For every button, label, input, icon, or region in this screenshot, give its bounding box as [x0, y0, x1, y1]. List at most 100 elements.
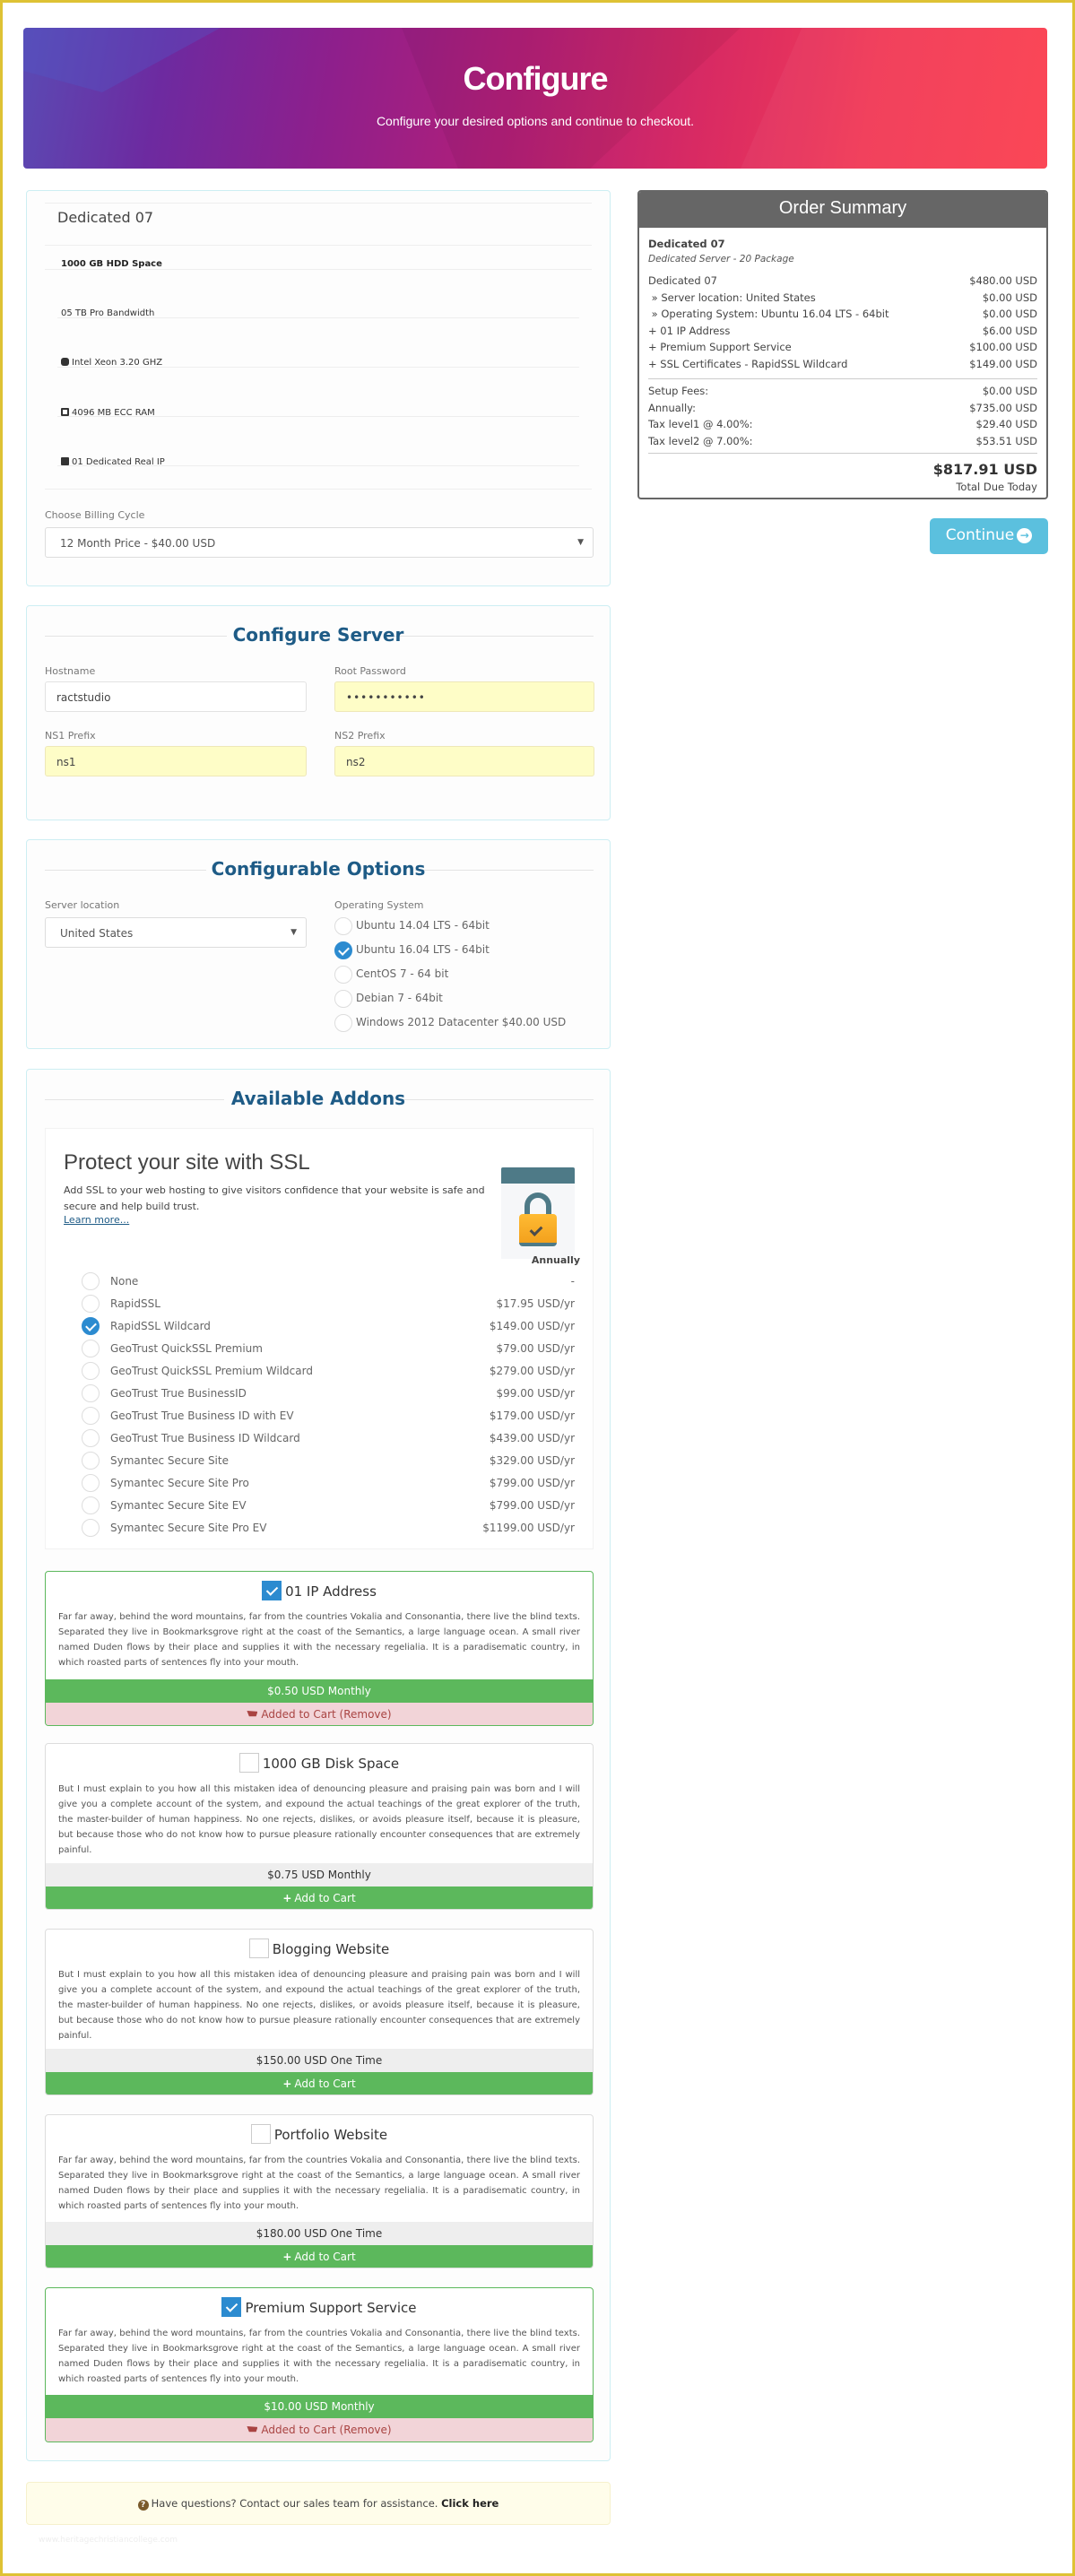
continue-button[interactable]: Continue → — [930, 518, 1048, 554]
os-radio[interactable] — [334, 917, 352, 935]
contact-sales-link[interactable]: Click here — [441, 2497, 498, 2510]
summary-line-label: + 01 IP Address — [648, 324, 731, 337]
addon-header[interactable]: 1000 GB Disk Space — [46, 1753, 593, 1773]
server-location-select[interactable]: United States ▼ — [45, 917, 307, 948]
ssl-radio[interactable] — [82, 1407, 100, 1425]
ssl-option-row[interactable]: Symantec Secure Site $329.00 USD/yr — [82, 1452, 575, 1471]
billing-cycle-select[interactable]: 12 Month Price - $40.00 USD ▼ — [45, 527, 594, 558]
summary-product-name: Dedicated 07 — [648, 238, 725, 250]
ssl-radio[interactable] — [82, 1429, 100, 1447]
ssl-option-row[interactable]: None - — [82, 1272, 575, 1292]
addon-header[interactable]: 01 IP Address — [46, 1581, 593, 1600]
ssl-option-row[interactable]: GeoTrust True Business ID with EV $179.00… — [82, 1407, 575, 1427]
addon-price: $180.00 USD One Time — [46, 2222, 593, 2245]
addon-action-label: Added to Cart (Remove) — [261, 2424, 392, 2436]
ssl-radio-selected[interactable] — [82, 1317, 100, 1335]
ssl-radio[interactable] — [82, 1295, 100, 1313]
summary-total-value: $735.00 USD — [969, 401, 1037, 414]
addon-checkbox[interactable] — [250, 2124, 271, 2144]
addon-checkbox-checked[interactable] — [221, 2297, 242, 2317]
os-option-label: CentOS 7 - 64 bit — [356, 967, 449, 980]
ssl-option-row[interactable]: RapidSSL $17.95 USD/yr — [82, 1295, 575, 1314]
ns1-prefix-input[interactable]: ns1 — [45, 746, 307, 776]
ssl-option-price: $1199.00 USD/yr — [482, 1522, 575, 1534]
ssl-option-row[interactable]: RapidSSL Wildcard $149.00 USD/yr — [82, 1317, 575, 1337]
addon-checkbox-checked[interactable] — [262, 1581, 282, 1600]
addon-name: Portfolio Website — [273, 2127, 388, 2143]
feature-ip: 01 Dedicated Real IP — [61, 457, 165, 467]
ssl-option-row[interactable]: Symantec Secure Site EV $799.00 USD/yr — [82, 1496, 575, 1516]
addon-name: 01 IP Address — [285, 1583, 377, 1600]
billing-cycle-label: Choose Billing Cycle — [45, 509, 145, 521]
addon-description: Far far away, behind the word mountains,… — [58, 2329, 580, 2384]
ssl-option-price: $799.00 USD/yr — [489, 1499, 575, 1512]
add-to-cart-button[interactable]: + Add to Cart — [46, 2245, 593, 2268]
ssl-radio[interactable] — [82, 1452, 100, 1470]
ssl-option-name: Symantec Secure Site Pro EV — [110, 1522, 267, 1534]
ssl-option-name: RapidSSL — [110, 1297, 160, 1310]
ssl-option-row[interactable]: Symantec Secure Site Pro EV $1199.00 USD/… — [82, 1519, 575, 1539]
addon-name: Blogging Website — [272, 1941, 390, 1957]
summary-total: Tax level2 @ 7.00%: $53.51 USD — [648, 435, 1037, 451]
summary-total-label: Annually: — [648, 401, 697, 414]
product-name: Dedicated 07 — [57, 209, 154, 226]
os-radio[interactable] — [334, 990, 352, 1008]
summary-total: Tax level1 @ 4.00%: $29.40 USD — [648, 418, 1037, 434]
addon-checkbox[interactable] — [248, 1939, 269, 1958]
os-radio[interactable] — [334, 1014, 352, 1032]
ssl-option-row[interactable]: Symantec Secure Site Pro $799.00 USD/yr — [82, 1474, 575, 1494]
ssl-option-row[interactable]: GeoTrust True Business ID Wildcard $439.0… — [82, 1429, 575, 1449]
summary-total-value: $53.51 USD — [975, 434, 1037, 447]
ssl-radio[interactable] — [82, 1384, 100, 1402]
summary-line-label: » Server location: United States — [648, 291, 816, 304]
addon-name: Premium Support Service — [245, 2300, 417, 2316]
remove-from-cart-button[interactable]: Added to Cart (Remove) — [46, 1703, 593, 1725]
addon-action-label: Add to Cart — [294, 1892, 356, 1904]
billing-cycle-value: 12 Month Price - $40.00 USD — [60, 537, 216, 550]
os-option-label: Ubuntu 14.04 LTS - 64bit — [356, 919, 490, 932]
ssl-addon-box: Protect your site with SSL Add SSL to yo… — [45, 1128, 594, 1549]
addon-header[interactable]: Portfolio Website — [46, 2124, 593, 2144]
summary-line-label: + SSL Certificates - RapidSSL Wildcard — [648, 357, 848, 370]
summary-line: » Operating System: Ubuntu 16.04 LTS - 6… — [648, 308, 1037, 324]
ssl-lock-icon — [501, 1167, 575, 1259]
arrow-circle-right-icon: → — [1017, 528, 1033, 543]
ssl-option-row[interactable]: GeoTrust QuickSSL Premium $79.00 USD/yr — [82, 1340, 575, 1359]
ssl-radio[interactable] — [82, 1362, 100, 1380]
ssl-price-column-header: Annually — [531, 1254, 580, 1266]
ns2-prefix-input[interactable]: ns2 — [334, 746, 594, 776]
order-summary-title: Order Summary — [639, 192, 1046, 228]
addon-premium-support: Premium Support Service Far far away, be… — [45, 2287, 594, 2442]
addon-checkbox[interactable] — [238, 1753, 259, 1773]
ssl-option-name: GeoTrust QuickSSL Premium — [110, 1342, 263, 1355]
ssl-radio[interactable] — [82, 1519, 100, 1537]
addon-header[interactable]: Blogging Website — [46, 1939, 593, 1958]
os-radio-selected[interactable] — [334, 941, 352, 959]
ssl-option-price: $99.00 USD/yr — [496, 1387, 575, 1400]
ssl-option-row[interactable]: GeoTrust QuickSSL Premium Wildcard $279.0… — [82, 1362, 575, 1382]
summary-line-value: $6.00 USD — [982, 324, 1037, 337]
ssl-radio[interactable] — [82, 1272, 100, 1290]
ssl-radio[interactable] — [82, 1496, 100, 1514]
ssl-option-price: $79.00 USD/yr — [496, 1342, 575, 1355]
ns2-prefix-label: NS2 Prefix — [334, 730, 386, 742]
ssl-option-row[interactable]: GeoTrust True BusinessID $99.00 USD/yr — [82, 1384, 575, 1404]
help-text: Have questions? Contact our sales team f… — [151, 2497, 438, 2510]
hostname-input[interactable]: ractstudio — [45, 681, 307, 712]
addon-disk-space: 1000 GB Disk Space But I must explain to… — [45, 1743, 594, 1910]
addon-action-label: Add to Cart — [294, 2077, 356, 2090]
shopping-cart-icon — [247, 1711, 258, 1717]
addon-header[interactable]: Premium Support Service — [46, 2297, 593, 2317]
ssl-option-name: GeoTrust True BusinessID — [110, 1387, 247, 1400]
os-radio[interactable] — [334, 966, 352, 984]
root-password-input[interactable]: ••••••••••• — [334, 681, 594, 712]
summary-line: + 01 IP Address $6.00 USD — [648, 325, 1037, 341]
ssl-radio[interactable] — [82, 1340, 100, 1357]
remove-from-cart-button[interactable]: Added to Cart (Remove) — [46, 2418, 593, 2442]
ssl-radio[interactable] — [82, 1474, 100, 1492]
ssl-option-name: GeoTrust True Business ID Wildcard — [110, 1432, 300, 1444]
add-to-cart-button[interactable]: + Add to Cart — [46, 2072, 593, 2095]
add-to-cart-button[interactable]: + Add to Cart — [46, 1886, 593, 1909]
learn-more-link[interactable]: Learn more... — [64, 1214, 129, 1226]
plus-icon: + — [282, 2077, 292, 2090]
